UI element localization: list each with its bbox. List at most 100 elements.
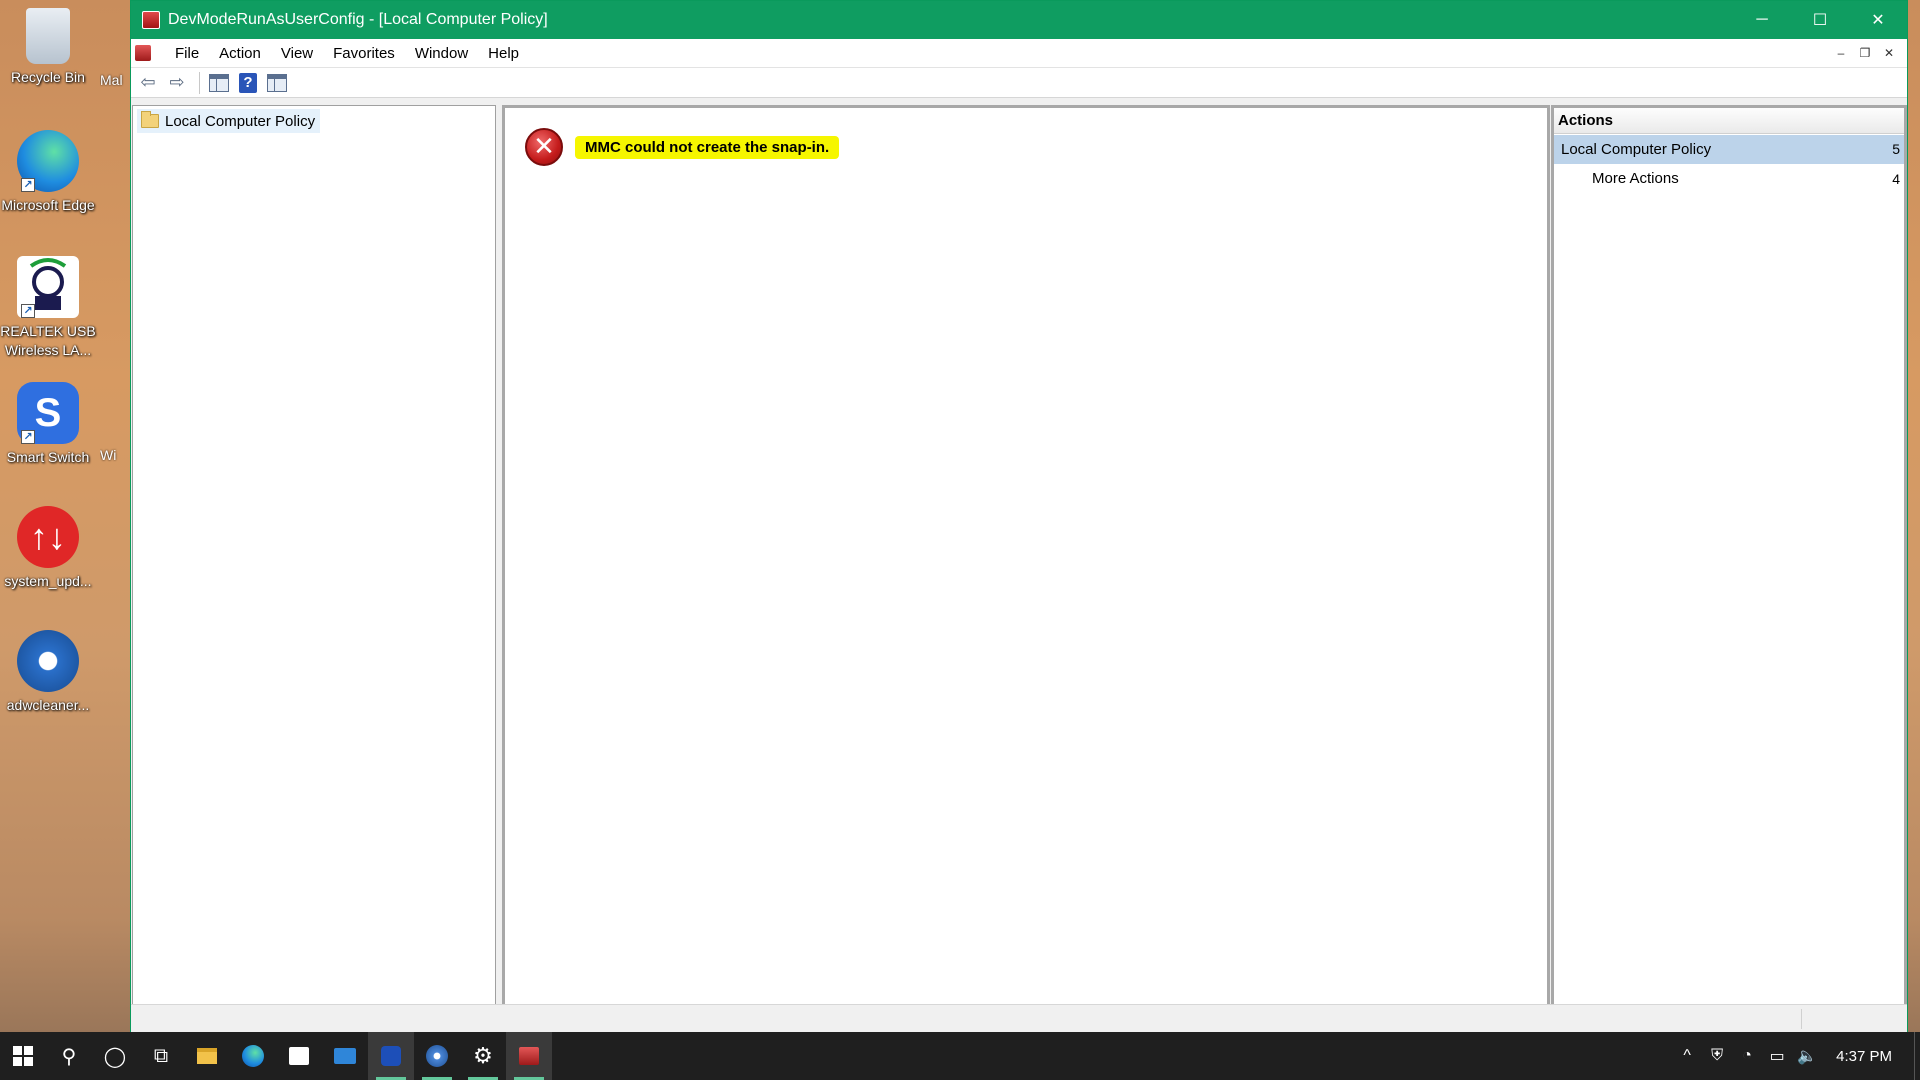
show-desktop-button[interactable] [1914,1032,1920,1080]
menu-bar: File Action View Favorites Window Help ‒… [131,39,1907,68]
desktop-icon-smart-switch[interactable]: S ↗ Smart Switch [0,382,96,467]
system-tray: ^ ⛨ ◔ ▭ 🔈 4:37 PM [1672,1032,1920,1080]
window-controls: ─ ☐ ✕ [1733,1,1907,39]
help-icon: ? [239,72,257,93]
shortcut-arrow-icon: ↗ [21,178,35,192]
taskbar-mmc[interactable] [506,1032,552,1080]
search-button[interactable]: ⚲ [46,1032,92,1080]
mdi-child-icon[interactable] [135,45,151,61]
desktop-icon-label: system_upd... [4,573,92,589]
taskbar-mail[interactable] [322,1032,368,1080]
forward-arrow-icon: ⇨ [169,72,185,92]
back-button[interactable]: ⇦ [135,71,161,95]
folder-icon [141,111,159,128]
taskbar-settings[interactable]: ⚙ [460,1032,506,1080]
desktop-icon-label: adwcleaner... [6,697,90,713]
error-message-row: ✕ MMC could not create the snap-in. [525,128,840,166]
desktop-icon-realtek[interactable]: ↗ REALTEK USB Wireless LA... [0,256,96,360]
desktop-icon-label: Microsoft Edge [1,197,95,213]
console-tree-pane[interactable]: Local Computer Policy [132,105,496,1005]
help-button[interactable]: ? [235,71,261,95]
task-view-icon: ⧉ [153,1044,169,1067]
close-button[interactable]: ✕ [1849,1,1907,39]
mmc-app-icon [142,11,160,29]
mdi-close-button[interactable]: ✕ [1877,43,1901,63]
shortcut-arrow-icon: ↗ [21,430,35,444]
cortana-button[interactable]: ◯ [92,1032,138,1080]
window-title: DevModeRunAsUserConfig - [Local Computer… [168,11,548,28]
start-button[interactable] [0,1032,46,1080]
back-arrow-icon: ⇦ [140,72,156,92]
desktop: Recycle Bin ↗ Microsoft Edge ↗ REALTEK U… [0,0,130,1028]
title-bar[interactable]: DevModeRunAsUserConfig - [Local Computer… [131,1,1907,39]
collapse-arrow-icon: 5 [1892,141,1900,157]
status-separator [1801,1009,1802,1029]
menu-view[interactable]: View [271,39,323,68]
malwarebytes-icon [381,1046,401,1066]
taskbar: ⚲ ◯ ⧉ ⚙ ^ ⛨ ◔ ▭ 🔈 4:37 PM [0,1032,1920,1080]
mdi-restore-button[interactable]: ❐ [1853,43,1877,63]
menu-favorites[interactable]: Favorites [323,39,405,68]
realtek-wireless-icon: ↗ [17,256,79,318]
adwcleaner-icon [17,630,79,692]
volume-icon[interactable]: 🔈 [1792,1046,1822,1066]
file-explorer-icon [197,1048,217,1064]
taskbar-file-explorer[interactable] [184,1032,230,1080]
clock[interactable]: 4:37 PM [1822,1048,1914,1065]
desktop-icon-adwcleaner[interactable]: adwcleaner... [0,630,96,715]
defender-shield-icon[interactable]: ⛨ [1702,1047,1732,1065]
tree-item-local-computer-policy[interactable]: Local Computer Policy [137,109,321,133]
battery-icon[interactable]: ▭ [1762,1046,1792,1066]
store-icon [289,1047,309,1065]
menu-window[interactable]: Window [405,39,478,68]
desktop-icon-label: Smart Switch [6,449,90,465]
maximize-button[interactable]: ☐ [1791,1,1849,39]
error-message: MMC could not create the snap-in. [575,135,840,159]
show-hide-console-tree-button[interactable] [206,71,232,95]
taskbar-malwarebytes[interactable] [368,1032,414,1080]
actions-group-local-computer-policy[interactable]: Local Computer Policy 5 [1554,135,1904,164]
globe-icon [426,1045,448,1067]
recycle-bin-icon [26,8,70,64]
desktop-icon-label: REALTEK USB Wireless LA... [0,323,96,358]
mmc-window: DevModeRunAsUserConfig - [Local Computer… [130,0,1908,1033]
result-pane: ✕ MMC could not create the snap-in. [502,105,1550,1005]
submenu-arrow-icon: 4 [1892,171,1900,187]
taskbar-store[interactable] [276,1032,322,1080]
forward-button[interactable]: ⇨ [164,71,190,95]
error-icon: ✕ [525,128,563,166]
toolbar: ⇦ ⇨ ? [131,68,1907,98]
minimize-button[interactable]: ─ [1733,1,1791,39]
action-pane-icon [267,73,287,92]
status-bar [131,1004,1907,1032]
wifi-icon[interactable]: ◔ [1732,1047,1762,1065]
edge-icon: ↗ [17,130,79,192]
actions-item-label: More Actions [1592,170,1679,187]
shortcut-arrow-icon: ↗ [21,304,35,318]
gear-icon: ⚙ [473,1043,493,1068]
search-icon: ⚲ [61,1045,77,1068]
menu-help[interactable]: Help [478,39,529,68]
mdi-controls: ‒ ❐ ✕ [1829,43,1901,63]
desktop-icon-system-update[interactable]: ↑↓ system_upd... [0,506,96,591]
taskbar-edge[interactable] [230,1032,276,1080]
edge-icon [242,1045,264,1067]
menu-file[interactable]: File [165,39,209,68]
desktop-icon-edge[interactable]: ↗ Microsoft Edge [0,130,96,215]
actions-header: Actions [1554,108,1904,134]
taskbar-app[interactable] [414,1032,460,1080]
actions-group-label: Local Computer Policy [1561,141,1712,158]
console-tree-icon [209,73,229,92]
mmc-app-icon [519,1047,539,1065]
mdi-minimize-button[interactable]: ‒ [1829,43,1853,63]
task-view-button[interactable]: ⧉ [138,1032,184,1080]
tray-overflow-chevron-icon[interactable]: ^ [1672,1047,1702,1065]
toolbar-separator [199,71,200,94]
system-update-icon: ↑↓ [17,506,79,568]
actions-item-more-actions[interactable]: More Actions 4 [1554,164,1904,194]
mail-icon [334,1048,356,1064]
show-hide-action-pane-button[interactable] [264,71,290,95]
windows-logo-icon [13,1046,33,1066]
desktop-icon-recycle-bin[interactable]: Recycle Bin [0,8,96,87]
menu-action[interactable]: Action [209,39,271,68]
